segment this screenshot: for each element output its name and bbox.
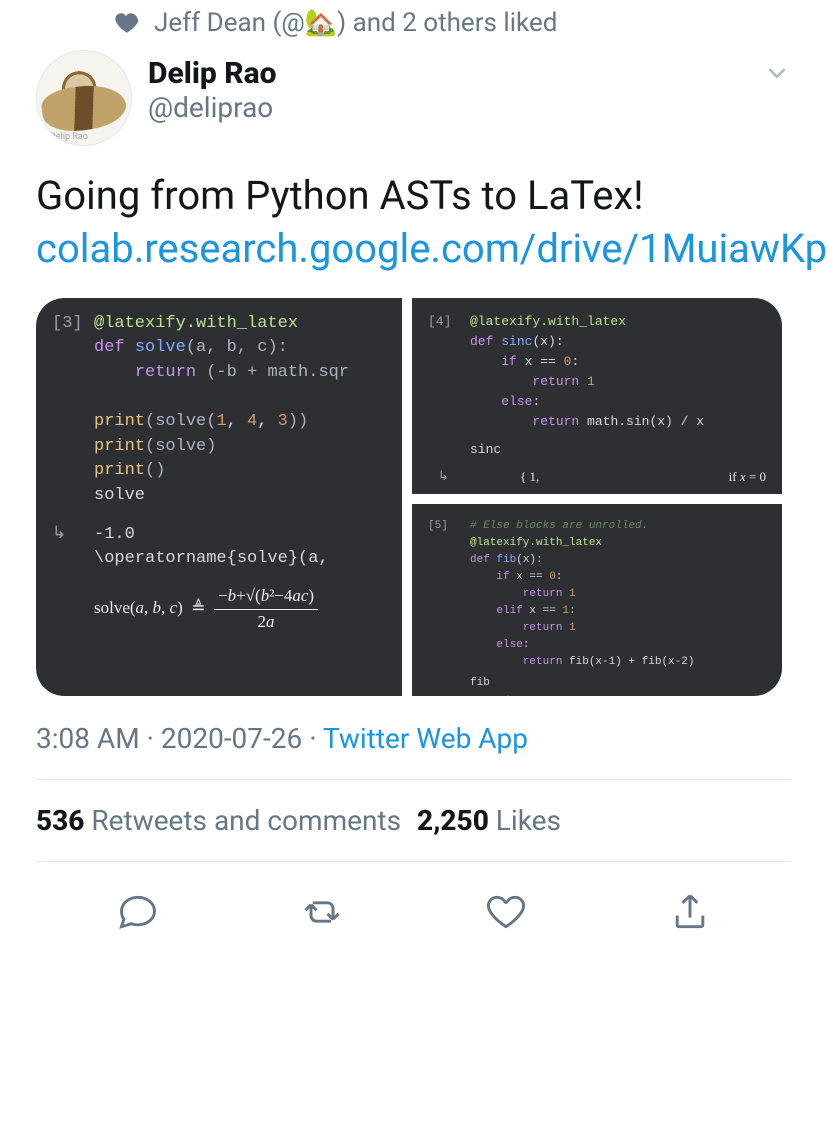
tweet-meta: 3:08 AM · 2020-07-26 · Twitter Web App [36,718,792,779]
handle: @deliprao [148,91,277,124]
source-app[interactable]: Twitter Web App [323,722,528,755]
cell-number: [3] [52,312,94,337]
heart-filled-icon [114,10,140,36]
media-image-2[interactable]: [4]@latexify.with_latex def sinc(x): if … [412,298,782,494]
tweet-text: Going from Python ASTs to LaTex! [36,172,644,219]
tweet-body: Going from Python ASTs to LaTex! colab.r… [36,164,792,292]
chevron-down-icon[interactable] [762,58,792,92]
retweet-icon [300,890,344,934]
cell-number: [4] [428,312,470,332]
share-icon [668,890,712,934]
retweets-stat[interactable]: 536 Retweets and comments [36,804,401,837]
share-button[interactable] [648,884,732,944]
date[interactable]: 2020-07-26 [161,722,302,755]
reply-button[interactable] [96,884,180,944]
retweet-button[interactable] [280,884,364,944]
output-arrow-icon: ↳ [434,694,476,696]
like-button[interactable] [464,884,548,944]
tweet-link[interactable]: colab.research.google.com/drive/1MuiawKp… [36,225,828,272]
media-attachments[interactable]: [3]@latexify.with_latex def solve(a, b, … [36,298,792,696]
timestamp[interactable]: 3:08 AM [36,722,140,755]
social-context[interactable]: Jeff Dean (@🏡) and 2 others liked [36,0,792,50]
liked-by-text: Jeff Dean (@🏡) and 2 others liked [154,8,557,38]
author-names[interactable]: Delip Rao @deliprao [148,50,277,124]
likes-stat[interactable]: 2,250 Likes [417,804,561,837]
reply-icon [116,890,160,934]
output-arrow-icon: ↳ [438,467,480,487]
media-image-3[interactable]: [5]# Else blocks are unrolled. @latexify… [412,504,782,696]
tweet-container: Jeff Dean (@🏡) and 2 others liked Delip … [0,0,828,952]
output-arrow-icon: ↳ [52,523,94,548]
display-name: Delip Rao [148,56,277,91]
tweet-header: Delip Rao Delip Rao @deliprao [36,50,792,164]
cell-number: [5] [428,518,470,535]
media-image-1[interactable]: [3]@latexify.with_latex def solve(a, b, … [36,298,402,696]
action-bar [36,862,792,952]
avatar[interactable]: Delip Rao [36,50,132,146]
heart-icon [484,890,528,934]
engagement-stats: 536 Retweets and comments 2,250 Likes [36,780,792,861]
